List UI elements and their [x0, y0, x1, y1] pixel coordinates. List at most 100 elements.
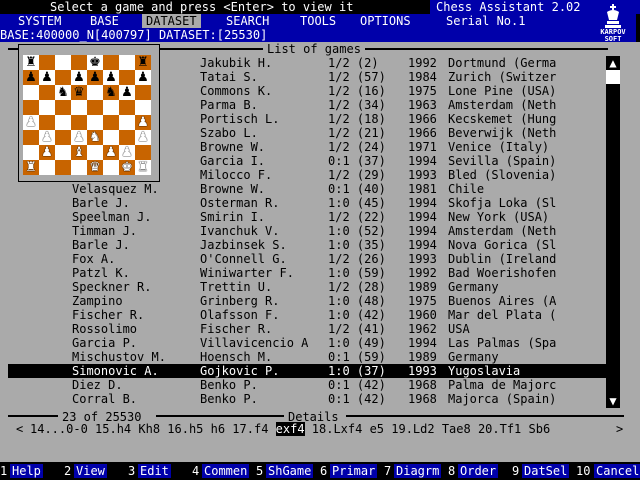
cell-place: Dortmund (Germa	[448, 56, 557, 70]
board-square	[119, 55, 135, 70]
cell-year: 1984	[408, 70, 437, 84]
board-square	[23, 100, 39, 115]
fkey-label: Order	[458, 464, 499, 478]
menu-item-system[interactable]: SYSTEM	[14, 14, 65, 28]
fkey-order[interactable]: 8 Order	[448, 464, 510, 478]
menu-bar: SYSTEM BASE DATASET SEARCH TOOLS OPTIONS	[0, 14, 430, 28]
serial-number: Serial No.1	[446, 14, 526, 28]
cell-place: Bled (Slovenia)	[448, 168, 557, 182]
board-square	[55, 70, 71, 85]
cell-place: Amsterdam (Neth	[448, 224, 557, 238]
move-list[interactable]: < 14...0-0 15.h4 Kh8 16.h5 h6 17.f4 exf4…	[0, 422, 640, 436]
table-row[interactable]: Diez D. Benko P. 0:1 (42) 1968 Palma de Majo…	[8, 378, 608, 392]
cell-year: 1994	[408, 238, 437, 252]
prompt-bar: Select a game and press <Enter> to view …	[0, 0, 430, 14]
scroll-thumb[interactable]	[606, 70, 620, 84]
list-scrollbar[interactable]: ▲ ▼	[606, 56, 620, 408]
moves-left-arrow-icon[interactable]: <	[16, 422, 23, 436]
fkey-datsel[interactable]: 9 DatSel	[512, 464, 574, 478]
menu-item-search[interactable]: SEARCH	[222, 14, 273, 28]
white-pawn-icon: ♟	[23, 115, 39, 130]
fkey-cancel[interactable]: 10 Cancel	[576, 464, 640, 478]
cell-year: 1975	[408, 294, 437, 308]
cell-result: 1/2 (41)	[328, 322, 386, 336]
table-row-selected[interactable]: Simonovic A. Gojkovic P. 1:0 (37) 1993 Yugos…	[8, 364, 608, 378]
cell-result: 1/2 (24)	[328, 140, 386, 154]
board-square	[55, 100, 71, 115]
cell-black: Grinberg R.	[200, 294, 280, 308]
cell-black: Winiwarter F.	[200, 266, 294, 280]
cell-result: 1/2 (21)	[328, 126, 386, 140]
scroll-down-arrow-icon[interactable]: ▼	[606, 394, 620, 408]
moves-before: 14...0-0 15.h4 Kh8 16.h5 h6 17.f4	[30, 422, 276, 436]
table-row[interactable]: Rossolimo Fischer R. 1/2 (41) 1962 USA	[8, 322, 608, 336]
menu-item-base[interactable]: BASE	[86, 14, 123, 28]
game-list-title: List of games	[263, 42, 365, 56]
scroll-up-arrow-icon[interactable]: ▲	[606, 56, 620, 70]
cell-black: Benko P.	[200, 392, 258, 406]
cell-result: 1:0 (42)	[328, 308, 386, 322]
cell-result: 1:0 (59)	[328, 266, 386, 280]
cell-place: Las Palmas (Spa	[448, 336, 557, 350]
cell-year: 1966	[408, 126, 437, 140]
moves-right-arrow-icon[interactable]: >	[616, 422, 623, 436]
board-square	[87, 85, 103, 100]
cell-result: 1:0 (45)	[328, 196, 386, 210]
table-row[interactable]: Barle J. Jazbinsek S. 1:0 (35) 1994 Nova Gor…	[8, 238, 608, 252]
board-square	[119, 115, 135, 130]
black-king-icon: ♚	[87, 55, 103, 70]
table-row[interactable]: Garcia P. Villavicencio A 1:0 (49) 1994 Las …	[8, 336, 608, 350]
table-row[interactable]: Patzl K. Winiwarter F. 1:0 (59) 1992 Bad Woe…	[8, 266, 608, 280]
fkey-view[interactable]: 2 View	[64, 464, 126, 478]
fkey-diagrm[interactable]: 7 Diagrm	[384, 464, 446, 478]
board-square	[55, 160, 71, 175]
board-square	[71, 55, 87, 70]
fkey-label: Diagrm	[394, 464, 442, 478]
cell-year: 1994	[408, 336, 437, 350]
black-pawn-icon: ♟	[71, 70, 87, 85]
board-square	[39, 160, 55, 175]
board-square	[55, 55, 71, 70]
current-move[interactable]: exf4	[275, 422, 305, 436]
cell-result: 1/2 (16)	[328, 84, 386, 98]
cell-white: Velasquez M.	[72, 182, 159, 196]
table-row[interactable]: Fox A. O'Connell G. 1/2 (26) 1993 Dublin (Ir…	[8, 252, 608, 266]
board-square	[39, 100, 55, 115]
cell-black: Trettin U.	[200, 280, 273, 294]
fkey-edit[interactable]: 3 Edit	[128, 464, 190, 478]
table-row[interactable]: Speckner R. Trettin U. 1/2 (28) 1989 Germany	[8, 280, 608, 294]
details-area	[0, 436, 640, 462]
fkey-commen[interactable]: 4 Commen	[192, 464, 254, 478]
black-pawn-icon: ♟	[87, 70, 103, 85]
cell-black: Parma B.	[200, 98, 258, 112]
fkey-primar[interactable]: 6 Primar	[320, 464, 382, 478]
menu-item-tools[interactable]: TOOLS	[296, 14, 340, 28]
board-square	[119, 100, 135, 115]
cell-year: 1962	[408, 322, 437, 336]
cell-white: Fox A.	[72, 252, 116, 266]
board-square	[71, 160, 87, 175]
table-row[interactable]: Fischer R. Olafsson F. 1:0 (42) 1960 Mar del…	[8, 308, 608, 322]
menu-item-options[interactable]: OPTIONS	[356, 14, 415, 28]
board-square	[39, 55, 55, 70]
table-row[interactable]: Zampino Grinberg R. 1:0 (48) 1975 Buenos Air…	[8, 294, 608, 308]
table-row[interactable]: Corral B. Benko P. 0:1 (42) 1968 Majorca (Sp…	[8, 392, 608, 406]
cell-place: USA	[448, 322, 470, 336]
table-row[interactable]: Speelman J. Smirin I. 1/2 (22) 1994 New York…	[8, 210, 608, 224]
table-row[interactable]: Mischustov M. Hoensch M. 0:1 (59) 1989 Germa…	[8, 350, 608, 364]
table-row[interactable]: Timman J. Ivanchuk V. 1:0 (52) 1994 Amsterda…	[8, 224, 608, 238]
details-bar: 23 of 25530 Details	[0, 410, 640, 422]
menu-item-dataset[interactable]: DATASET	[142, 14, 201, 28]
table-row[interactable]: Velasquez M. Browne W. 0:1 (40) 1981 Chile	[8, 182, 608, 196]
table-row[interactable]: Barle J. Osterman R. 1:0 (45) 1994 Skofja Lo…	[8, 196, 608, 210]
cell-year: 1968	[408, 392, 437, 406]
cell-black: O'Connell G.	[200, 252, 287, 266]
fkey-help[interactable]: 1 Help	[0, 464, 62, 478]
game-count: 23 of 25530	[60, 410, 144, 422]
black-rook-icon: ♜	[135, 55, 151, 70]
fkey-label: View	[74, 464, 107, 478]
cell-white: Zampino	[72, 294, 123, 308]
cell-result: 1/2 (57)	[328, 70, 386, 84]
fkey-shgame[interactable]: 5 ShGame	[256, 464, 318, 478]
cell-year: 1963	[408, 98, 437, 112]
